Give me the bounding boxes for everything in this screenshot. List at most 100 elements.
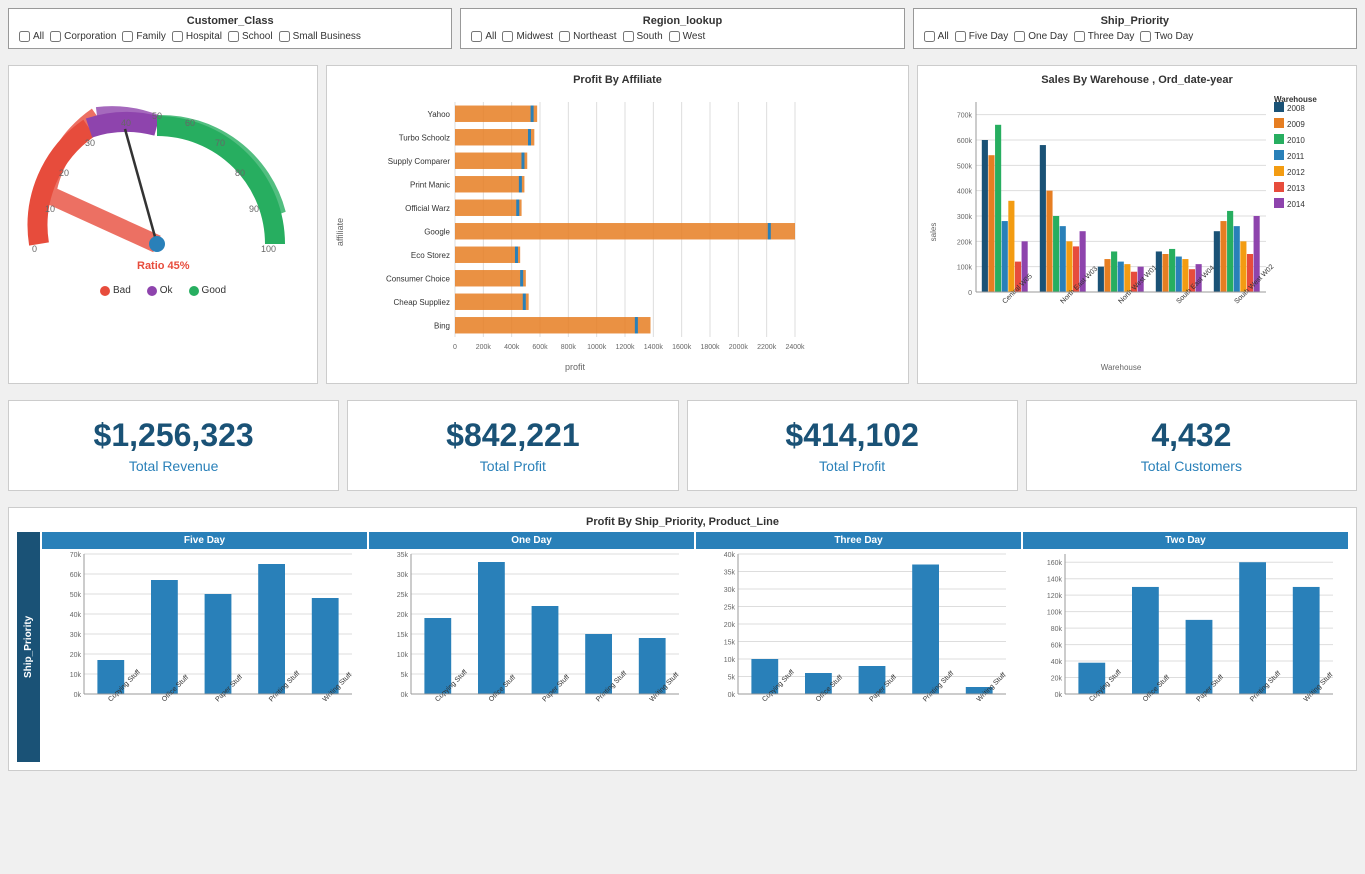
gauge-chart: 0 10 20 30 40 50 60 70 80 90 100 Ratio 4… (8, 65, 318, 384)
bottom-chart-inner: Ship_Priority Five Day0k10k20k30k40k50k6… (17, 532, 1348, 762)
sales-warehouse-svg: 0100k200k300k400k500k600k700kCentral W05… (926, 92, 1346, 372)
svg-text:2010: 2010 (1287, 136, 1305, 145)
ship-priority-filter: Ship_Priority All Five Day One Day Three… (913, 8, 1357, 49)
svg-text:300k: 300k (957, 214, 973, 221)
filter-item-hospital: Hospital (172, 31, 222, 42)
legend-good-dot (189, 286, 199, 296)
svg-text:10k: 10k (70, 672, 82, 679)
bottom-chart-container: Profit By Ship_Priority, Product_Line Sh… (8, 507, 1357, 771)
svg-text:sales: sales (929, 223, 938, 242)
svg-text:2200k: 2200k (757, 344, 777, 351)
region-lookup-items: All Midwest Northeast South West (471, 31, 893, 42)
filter-item-all: All (19, 31, 44, 42)
svg-text:Ratio 45%: Ratio 45% (137, 260, 190, 272)
section-svg-2: 0k5k10k15k20k25k30k35k40kCopying StuffOf… (696, 549, 1016, 759)
gauge-svg: 0 10 20 30 40 50 60 70 80 90 100 Ratio 4… (17, 74, 297, 274)
svg-text:100k: 100k (957, 265, 973, 272)
svg-text:2009: 2009 (1287, 120, 1305, 129)
svg-text:60k: 60k (70, 572, 82, 579)
svg-text:30: 30 (85, 138, 95, 148)
legend-bad-label: Bad (113, 285, 131, 296)
svg-text:25k: 25k (397, 592, 409, 599)
svg-text:Warehouse: Warehouse (1101, 363, 1142, 372)
filter-item-south: South (623, 31, 663, 42)
sales-warehouse-chart: Sales By Warehouse , Ord_date-year 0100k… (917, 65, 1357, 384)
gauge-legend: Bad Ok Good (17, 285, 309, 296)
section-header-3: Two Day (1023, 532, 1348, 549)
svg-text:50: 50 (152, 111, 162, 121)
svg-text:Supply Comparer: Supply Comparer (388, 157, 451, 166)
svg-text:40k: 40k (1051, 659, 1063, 666)
svg-text:Eco Storez: Eco Storez (411, 251, 450, 260)
legend-bad: Bad (100, 285, 131, 296)
ship-priority-title: Ship_Priority (924, 15, 1346, 27)
svg-text:200k: 200k (476, 344, 492, 351)
svg-text:2011: 2011 (1287, 152, 1305, 161)
filter-item-five-day: Five Day (955, 31, 1008, 42)
svg-text:20k: 20k (724, 622, 736, 629)
kpi-label-2: Total Profit (704, 458, 1001, 474)
section-header-2: Three Day (696, 532, 1021, 549)
svg-text:40: 40 (121, 118, 131, 128)
profit-affiliate-svg: 0200k400k600k800k1000k1200k1400k1600k180… (335, 92, 815, 372)
customer-class-title: Customer_Class (19, 15, 441, 27)
profit-affiliate-chart: Profit By Affiliate 0200k400k600k800k100… (326, 65, 909, 384)
charts-row: 0 10 20 30 40 50 60 70 80 90 100 Ratio 4… (0, 57, 1365, 392)
svg-text:Yahoo: Yahoo (427, 110, 450, 119)
svg-text:profit: profit (565, 362, 586, 372)
svg-text:1600k: 1600k (672, 344, 692, 351)
svg-text:0: 0 (968, 290, 972, 297)
svg-text:70: 70 (215, 138, 225, 148)
legend-good: Good (189, 285, 226, 296)
bottom-chart-title: Profit By Ship_Priority, Product_Line (17, 516, 1348, 528)
kpi-label-3: Total Customers (1043, 458, 1340, 474)
kpi-box-2: $414,102 Total Profit (687, 400, 1018, 491)
filter-item-all: All (924, 31, 949, 42)
svg-text:1200k: 1200k (615, 344, 635, 351)
kpi-box-0: $1,256,323 Total Revenue (8, 400, 339, 491)
svg-text:Turbo Schoolz: Turbo Schoolz (399, 133, 450, 142)
svg-text:80k: 80k (1051, 626, 1063, 633)
svg-text:400k: 400k (957, 189, 973, 196)
svg-text:40k: 40k (70, 612, 82, 619)
svg-text:2014: 2014 (1287, 200, 1305, 209)
svg-text:2000k: 2000k (729, 344, 749, 351)
section-svg-3: 0k20k40k60k80k100k120k140k160kCopying St… (1023, 549, 1343, 759)
filter-item-family: Family (122, 31, 165, 42)
svg-text:2400k: 2400k (785, 344, 805, 351)
svg-text:Bing: Bing (434, 321, 450, 330)
svg-text:Google: Google (424, 227, 450, 236)
svg-text:35k: 35k (724, 570, 736, 577)
ship-priority-label: Ship_Priority (17, 532, 40, 762)
legend-bad-dot (100, 286, 110, 296)
filter-item-three-day: Three Day (1074, 31, 1135, 42)
filter-item-small-business: Small Business (279, 31, 361, 42)
svg-text:1000k: 1000k (587, 344, 607, 351)
svg-text:Official Warz: Official Warz (405, 204, 450, 213)
svg-text:20k: 20k (397, 612, 409, 619)
svg-text:10k: 10k (397, 652, 409, 659)
ship-priority-items: All Five Day One Day Three Day Two Day (924, 31, 1346, 42)
svg-text:600k: 600k (957, 138, 973, 145)
kpi-value-1: $842,221 (364, 417, 661, 454)
svg-text:700k: 700k (957, 113, 973, 120)
svg-text:140k: 140k (1047, 577, 1063, 584)
svg-text:Consumer Choice: Consumer Choice (386, 274, 451, 283)
filter-item-school: School (228, 31, 273, 42)
kpi-box-1: $842,221 Total Profit (347, 400, 678, 491)
svg-text:400k: 400k (504, 344, 520, 351)
svg-text:2013: 2013 (1287, 184, 1305, 193)
svg-text:40k: 40k (724, 552, 736, 559)
svg-text:15k: 15k (397, 632, 409, 639)
svg-text:2012: 2012 (1287, 168, 1305, 177)
svg-text:50k: 50k (70, 592, 82, 599)
svg-text:30k: 30k (397, 572, 409, 579)
customer-class-filter: Customer_Class All Corporation Family Ho… (8, 8, 452, 49)
svg-text:20: 20 (59, 168, 69, 178)
filter-item-one-day: One Day (1014, 31, 1067, 42)
svg-text:90: 90 (249, 204, 259, 214)
kpi-value-3: 4,432 (1043, 417, 1340, 454)
filter-item-two-day: Two Day (1140, 31, 1193, 42)
bottom-section-3: Two Day0k20k40k60k80k100k120k140k160kCop… (1021, 532, 1348, 762)
svg-text:Print Manic: Print Manic (410, 180, 450, 189)
